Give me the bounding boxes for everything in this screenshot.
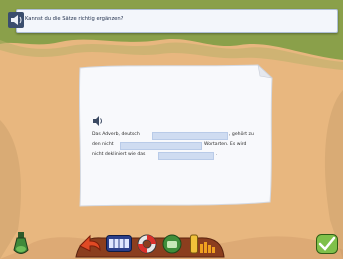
green-button-icon[interactable] xyxy=(162,234,182,258)
exercise-line-3: nicht dekliniert wie das . xyxy=(92,150,270,160)
instruction-text: Kannst du die Sätze richtig ergänzen? xyxy=(25,16,124,22)
exercise-line-1: Das Adverb, deutsch , gehört zu xyxy=(92,130,270,140)
line-text: Das Adverb, deutsch xyxy=(92,132,140,137)
progress-bars-icon[interactable] xyxy=(190,234,220,258)
exercise-line-2: den nicht Wortarten. Es wird xyxy=(92,140,270,150)
line-text: Wortarten. Es wird xyxy=(204,142,247,147)
potion-icon[interactable] xyxy=(12,232,30,260)
line-text: nicht dekliniert wie das xyxy=(92,152,146,157)
line-text: , gehört zu xyxy=(229,132,254,137)
checkmark-icon[interactable] xyxy=(316,234,338,258)
line-text: den nicht xyxy=(92,142,114,147)
back-arrow-icon[interactable] xyxy=(78,234,102,258)
film-strip-icon[interactable] xyxy=(106,235,132,256)
bottom-toolbar xyxy=(0,226,343,259)
line-text: . xyxy=(216,152,218,157)
answer-gap-1[interactable] xyxy=(152,132,228,140)
speaker-icon[interactable] xyxy=(8,12,24,28)
lifebuoy-icon[interactable] xyxy=(137,234,157,258)
instruction-bar: Kannst du die Sätze richtig ergänzen? xyxy=(8,9,338,33)
answer-gap-3[interactable] xyxy=(158,152,214,160)
answer-gap-2[interactable] xyxy=(120,142,202,150)
read-aloud-speaker-icon[interactable] xyxy=(92,111,104,126)
